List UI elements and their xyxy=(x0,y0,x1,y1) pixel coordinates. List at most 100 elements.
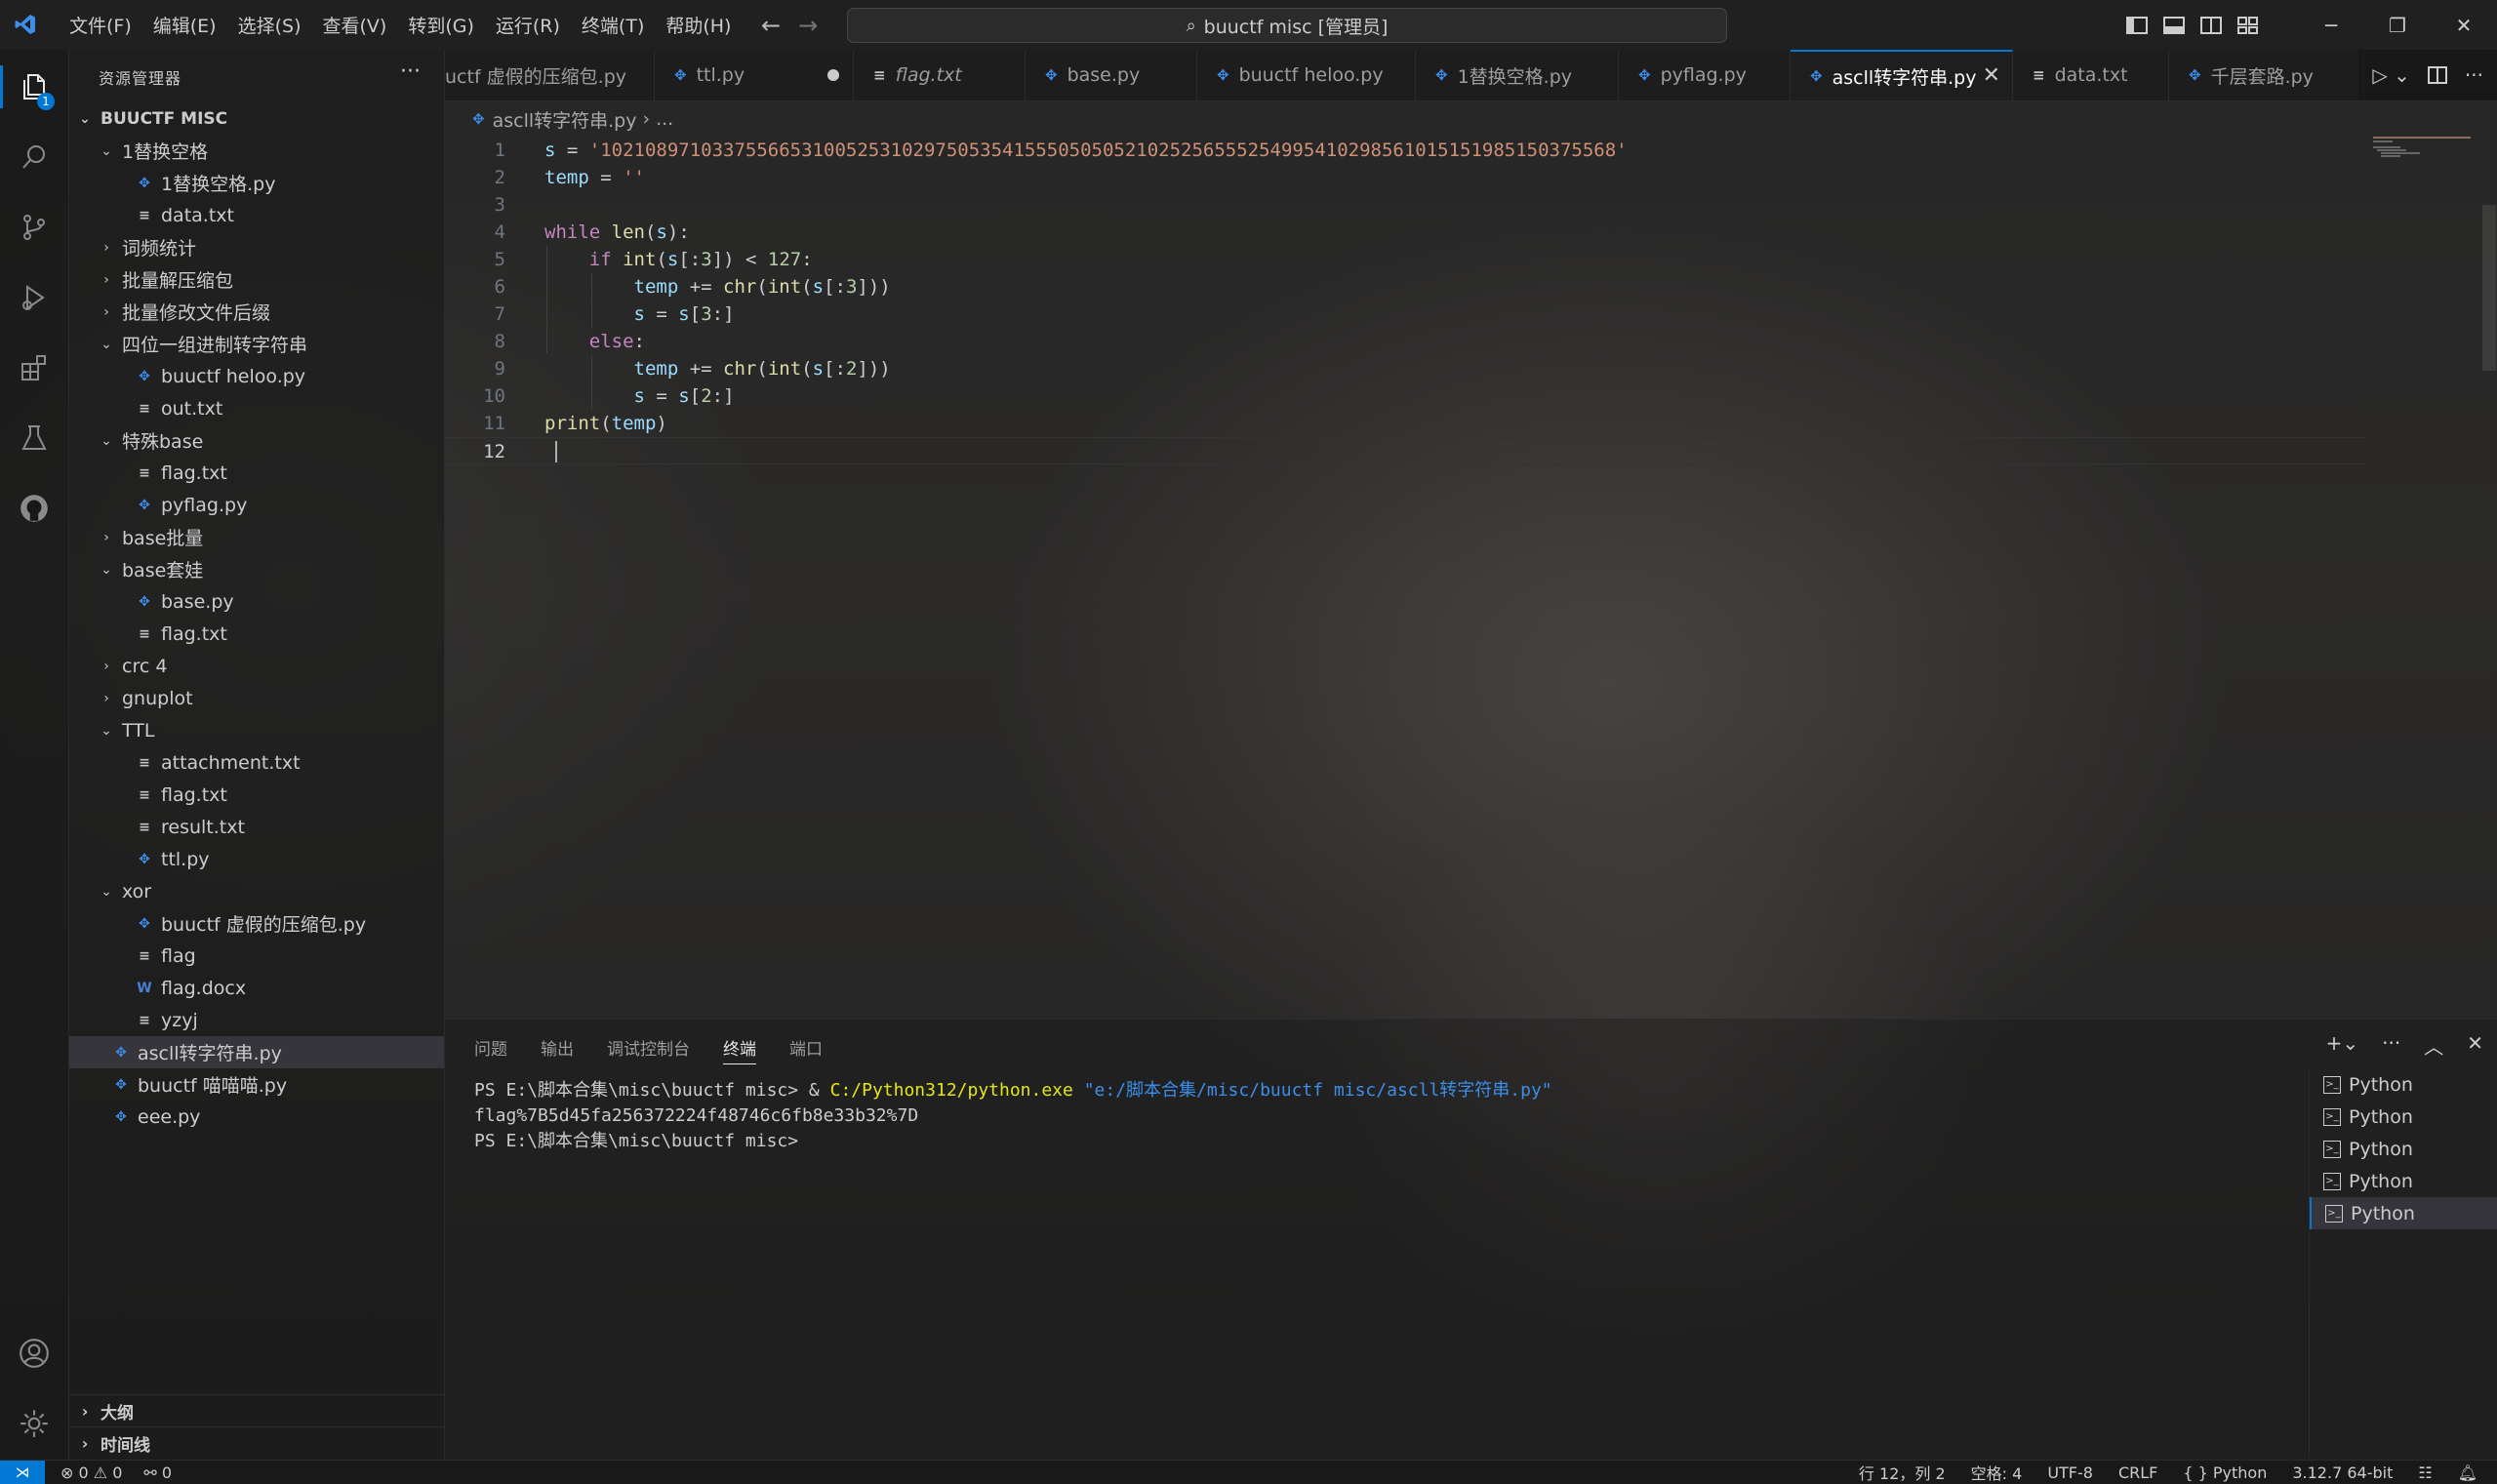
testing-activity[interactable] xyxy=(0,409,68,467)
timeline-section[interactable]: › 时间线 xyxy=(69,1426,444,1460)
tree-folder[interactable]: › 批量解压缩包 xyxy=(69,263,444,296)
run-debug-activity[interactable] xyxy=(0,268,68,327)
breadcrumb-symbols[interactable]: ... xyxy=(656,108,673,130)
remote-indicator-icon[interactable]: ⋊ xyxy=(0,1461,45,1484)
editor-tab[interactable]: ✥ buuctf heloo.py xyxy=(1197,50,1416,100)
close-window-icon[interactable]: ✕ xyxy=(2431,14,2497,37)
more-actions-icon[interactable]: ··· xyxy=(2465,63,2483,87)
toggle-primary-sidebar-icon[interactable] xyxy=(2126,16,2148,35)
terminal-instance[interactable]: >_ Python xyxy=(2310,1165,2497,1197)
editor-tab[interactable]: ✥ ttl.py xyxy=(655,50,854,100)
accounts-activity[interactable] xyxy=(0,1324,68,1383)
unsaved-dot-icon[interactable] xyxy=(827,69,839,81)
more-actions-icon[interactable]: ··· xyxy=(2382,1031,2400,1060)
indentation[interactable]: 空格: 4 xyxy=(1971,1461,2023,1484)
tab-output[interactable]: 输出 xyxy=(541,1035,574,1060)
menu-selection[interactable]: 选择(S) xyxy=(227,12,312,38)
editor-tab[interactable]: ≡ data.txt xyxy=(2013,50,2169,100)
ports-status[interactable]: ⚯ 0 xyxy=(143,1464,172,1482)
toggle-secondary-sidebar-icon[interactable] xyxy=(2200,16,2222,35)
tree-file[interactable]: ≡ result.txt xyxy=(69,811,444,843)
command-center-search[interactable]: ⌕ buuctf misc [管理员] xyxy=(847,8,1727,43)
tree-file[interactable]: ✥ eee.py xyxy=(69,1101,444,1133)
manage-activity[interactable] xyxy=(0,1394,68,1453)
python-interpreter[interactable]: 3.12.7 64-bit xyxy=(2292,1464,2393,1482)
terminal-instance[interactable]: >_ Python xyxy=(2310,1133,2497,1165)
tree-file[interactable]: ✥ 1替换空格.py xyxy=(69,167,444,199)
editor-tab[interactable]: ✥ pyflag.py xyxy=(1619,50,1791,100)
tab-terminal[interactable]: 终端 xyxy=(723,1035,756,1064)
tree-folder[interactable]: ⌄ TTL xyxy=(69,714,444,746)
customize-layout-icon[interactable] xyxy=(2237,16,2259,35)
minimize-icon[interactable]: ─ xyxy=(2298,14,2364,37)
tree-folder[interactable]: › 词频统计 xyxy=(69,231,444,263)
tree-file[interactable]: ✥ pyflag.py xyxy=(69,489,444,521)
menu-terminal[interactable]: 终端(T) xyxy=(571,12,655,38)
tree-file[interactable]: ≡ flag.txt xyxy=(69,618,444,650)
github-activity[interactable] xyxy=(0,479,68,538)
tree-file[interactable]: ✥ ttl.py xyxy=(69,843,444,875)
workspace-root[interactable]: ⌄ BUUCTF MISC xyxy=(69,102,444,135)
terminal-instance[interactable]: >_ Python xyxy=(2310,1101,2497,1133)
tab-active[interactable]: ✥ ascll转字符串.py ✕ xyxy=(1791,50,2013,100)
tree-file[interactable]: ≡ flag xyxy=(69,940,444,972)
feedback-icon[interactable]: ☷ xyxy=(2418,1464,2432,1482)
tree-file[interactable]: ✥ base.py xyxy=(69,585,444,618)
breadcrumb-file[interactable]: ascll转字符串.py xyxy=(493,106,637,133)
menu-edit[interactable]: 编辑(E) xyxy=(142,12,227,38)
tree-file[interactable]: ≡ attachment.txt xyxy=(69,746,444,779)
terminal-output[interactable]: PS E:\脚本合集\misc\buuctf misc> & C:/Python… xyxy=(474,1078,1552,1154)
tree-file[interactable]: ✥ buuctf 虚假的压缩包.py xyxy=(69,907,444,940)
tree-file[interactable]: Wflag.docx xyxy=(69,972,444,1004)
editor-tab[interactable]: ✥ 1替换空格.py xyxy=(1416,50,1619,100)
menu-view[interactable]: 查看(V) xyxy=(312,12,398,38)
close-panel-icon[interactable]: ✕ xyxy=(2467,1031,2483,1060)
tree-file[interactable]: ≡ flag.txt xyxy=(69,457,444,489)
tree-folder[interactable]: ⌄ base套娃 xyxy=(69,553,444,585)
tree-folder[interactable]: › crc 4 xyxy=(69,650,444,682)
tree-file[interactable]: ≡ data.txt xyxy=(69,199,444,231)
minimap[interactable] xyxy=(2373,137,2471,176)
tree-file[interactable]: ≡ flag.txt xyxy=(69,779,444,811)
terminal-instance[interactable]: >_ Python xyxy=(2310,1068,2497,1101)
close-tab-icon[interactable]: ✕ xyxy=(1983,63,2000,88)
cursor-position[interactable]: 行 12，列 2 xyxy=(1859,1461,1946,1484)
tree-folder[interactable]: › gnuplot xyxy=(69,682,444,714)
source-control-activity[interactable] xyxy=(0,198,68,257)
new-terminal-icon[interactable]: +⌄ xyxy=(2326,1031,2359,1060)
problems-status[interactable]: ⊗ 0 ⚠ 0 xyxy=(60,1464,122,1482)
tree-folder[interactable]: ⌄ 1替换空格 xyxy=(69,135,444,167)
editor-tab[interactable]: ✥ base.py xyxy=(1026,50,1197,100)
code-editor[interactable]: 1 s = '1021089710337556653100525310297505… xyxy=(445,137,2496,1015)
editor-tab[interactable]: ✥ 千层套路.py xyxy=(2169,50,2364,100)
maximize-panel-icon[interactable]: ︿ xyxy=(2424,1031,2443,1060)
explorer-activity[interactable]: 1 xyxy=(0,58,68,116)
tree-folder[interactable]: › base批量 xyxy=(69,521,444,553)
menu-file[interactable]: 文件(F) xyxy=(59,12,142,38)
menu-help[interactable]: 帮助(H) xyxy=(655,12,742,38)
end-of-line[interactable]: CRLF xyxy=(2118,1464,2157,1482)
tree-file[interactable]: ≡ yzyj xyxy=(69,1004,444,1036)
tab-problems[interactable]: 问题 xyxy=(474,1035,507,1060)
forward-arrow-icon[interactable]: → xyxy=(798,12,818,39)
tree-file[interactable]: ≡ out.txt xyxy=(69,392,444,424)
toggle-panel-icon[interactable] xyxy=(2163,16,2185,35)
more-actions-icon[interactable]: ··· xyxy=(400,60,421,84)
extensions-activity[interactable] xyxy=(0,339,68,397)
tree-folder[interactable]: ⌄ 特殊base xyxy=(69,424,444,457)
run-file-icon[interactable]: ▷ ⌄ xyxy=(2372,63,2410,87)
split-editor-icon[interactable] xyxy=(2427,65,2447,85)
back-arrow-icon[interactable]: ← xyxy=(761,12,781,39)
terminal-instance-active[interactable]: >_ Python xyxy=(2310,1197,2497,1229)
tree-file[interactable]: ✥ buuctf heloo.py xyxy=(69,360,444,392)
outline-section[interactable]: › 大纲 xyxy=(69,1394,444,1427)
maximize-icon[interactable]: ❐ xyxy=(2364,14,2431,37)
tree-file[interactable]: ✥ ascll转字符串.py xyxy=(69,1036,444,1068)
search-activity[interactable] xyxy=(0,128,68,186)
tree-folder[interactable]: ⌄ 四位一组进制转字符串 xyxy=(69,328,444,360)
tree-folder[interactable]: › 批量修改文件后缀 xyxy=(69,296,444,328)
menu-go[interactable]: 转到(G) xyxy=(397,12,485,38)
vertical-scrollbar[interactable] xyxy=(2482,205,2496,371)
editor-tab[interactable]: ≡ flag.txt xyxy=(854,50,1026,100)
tree-file[interactable]: ✥ buuctf 喵喵喵.py xyxy=(69,1068,444,1101)
